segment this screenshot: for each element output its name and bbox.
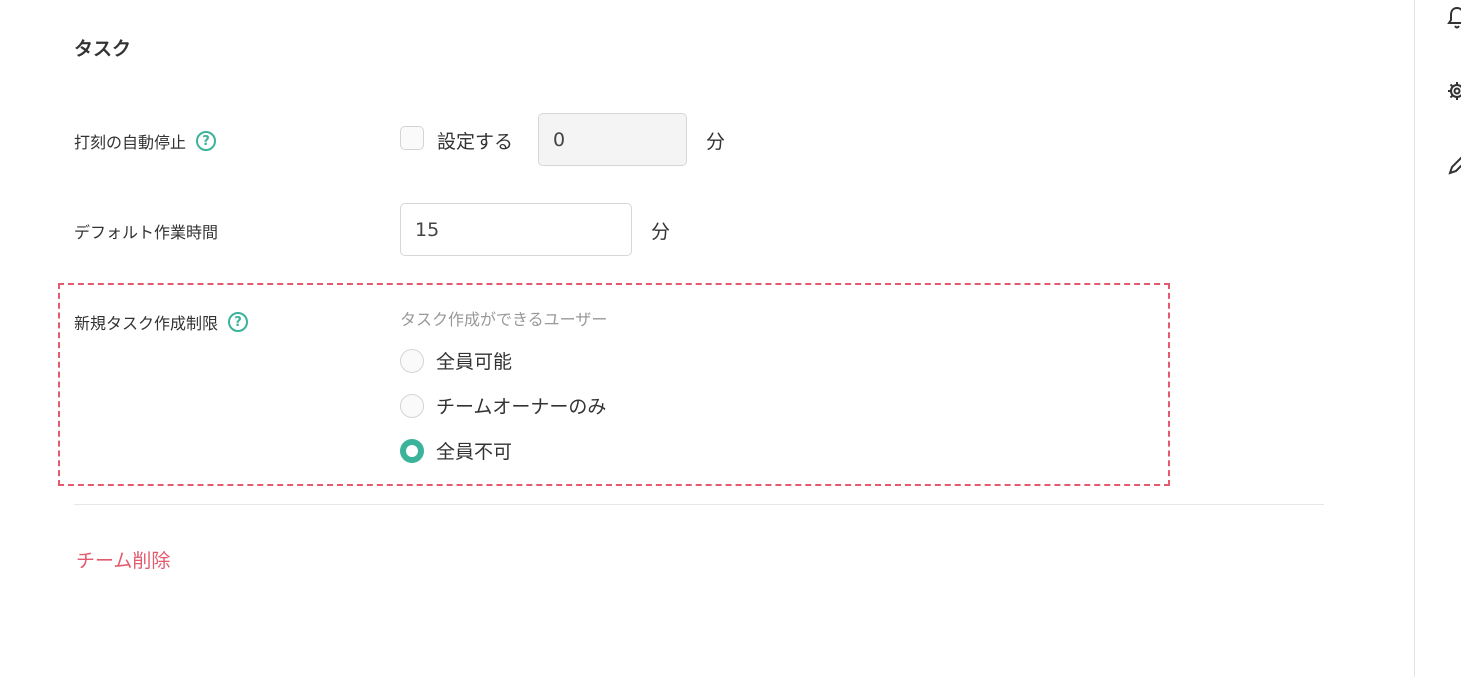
restriction-label: 新規タスク作成制限 xyxy=(74,314,219,333)
radio-button[interactable] xyxy=(400,348,424,373)
restriction-row: 新規タスク作成制限 ? xyxy=(74,310,249,334)
delete-team-link[interactable]: チーム削除 xyxy=(76,546,170,573)
radio-label: チームオーナーのみ xyxy=(436,396,607,418)
help-icon[interactable]: ? xyxy=(196,131,217,151)
radio-option-none[interactable]: 全員不可 xyxy=(400,437,512,464)
auto-stop-checkbox[interactable] xyxy=(400,126,424,150)
gear-icon[interactable] xyxy=(1447,79,1461,103)
section-title: タスク xyxy=(74,38,132,60)
radio-option-all[interactable]: 全員可能 xyxy=(400,347,512,374)
right-side-panel xyxy=(1414,0,1461,677)
auto-stop-row: 打刻の自動停止 ? xyxy=(74,129,217,153)
default-time-input[interactable]: 15 xyxy=(400,203,632,256)
restriction-caption: タスク作成ができるユーザー xyxy=(400,310,608,329)
default-time-unit: 分 xyxy=(651,221,671,243)
radio-label: 全員不可 xyxy=(436,441,513,463)
section-divider xyxy=(74,504,1324,505)
auto-stop-unit: 分 xyxy=(706,131,726,153)
auto-stop-label: 打刻の自動停止 xyxy=(74,133,187,152)
default-time-label: デフォルト作業時間 xyxy=(74,223,219,242)
radio-button-selected[interactable] xyxy=(400,438,424,463)
pencil-icon[interactable] xyxy=(1447,152,1461,176)
radio-option-owner-only[interactable]: チームオーナーのみ xyxy=(400,392,606,419)
bell-icon[interactable] xyxy=(1447,6,1461,30)
auto-stop-minutes-input[interactable]: 0 xyxy=(538,113,687,166)
radio-label: 全員可能 xyxy=(436,351,513,373)
radio-button[interactable] xyxy=(400,393,424,418)
default-time-row: デフォルト作業時間 xyxy=(74,219,218,243)
auto-stop-checkbox-label[interactable]: 設定する xyxy=(437,127,513,154)
help-icon[interactable]: ? xyxy=(228,312,249,332)
